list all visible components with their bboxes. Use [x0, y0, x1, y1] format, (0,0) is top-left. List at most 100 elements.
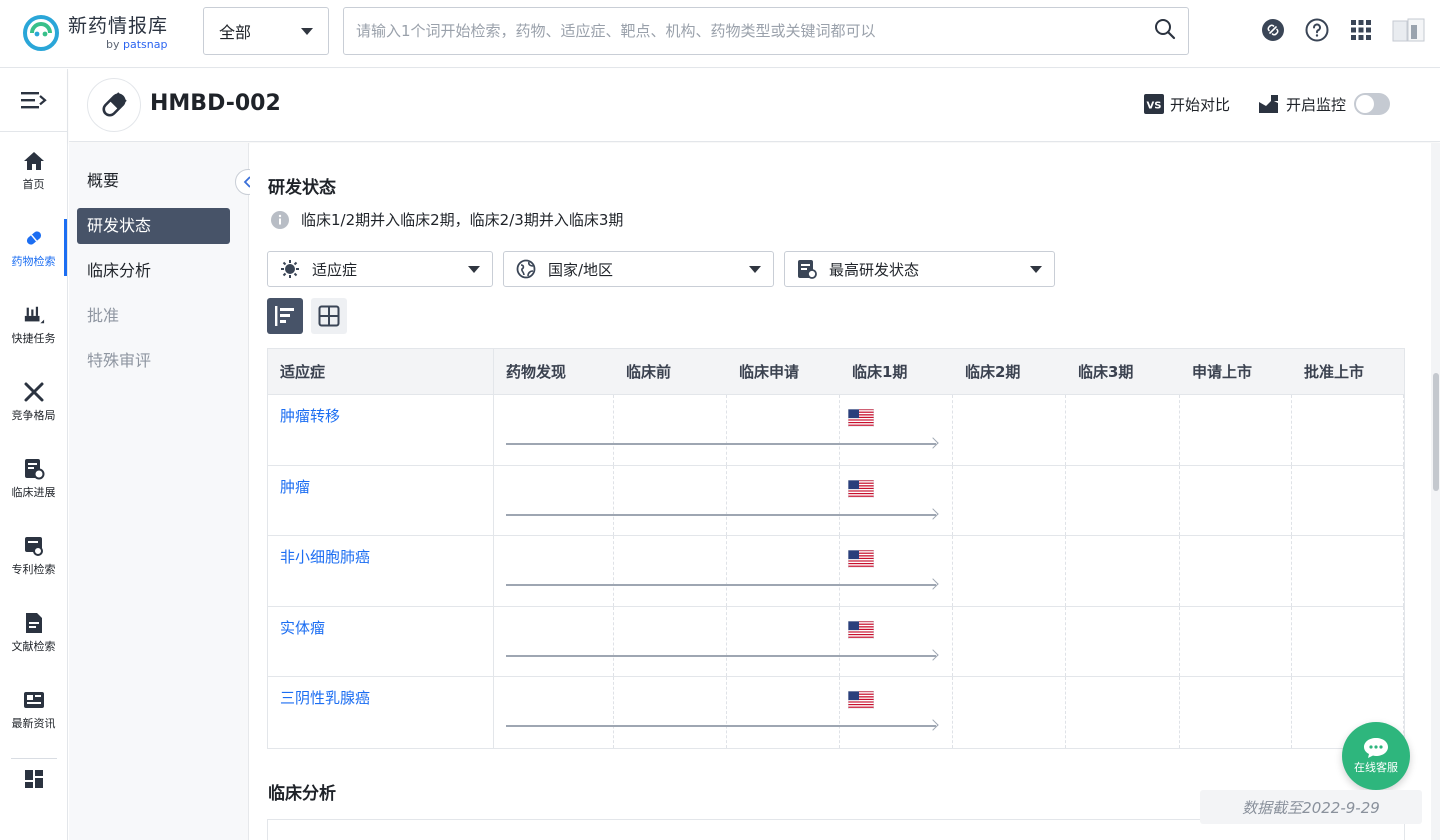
dashboard-icon[interactable]	[0, 769, 67, 809]
column-header: 临床2期	[965, 363, 1021, 381]
grid-view-button[interactable]	[311, 298, 347, 334]
indication-filter[interactable]: 适应症	[267, 251, 493, 287]
compare-button[interactable]: VS 开始对比	[1143, 94, 1230, 115]
scrollbar[interactable]	[1431, 143, 1440, 840]
table-row: 实体瘤	[268, 606, 1404, 678]
nav-item-clinical[interactable]: 临床进展	[0, 440, 67, 517]
apps-grid-icon[interactable]	[1348, 17, 1374, 43]
help-icon[interactable]	[1304, 17, 1330, 43]
table-row: 肿瘤转移	[268, 395, 1404, 466]
nav-item-literature[interactable]: 文献检索	[0, 594, 67, 671]
view-toggle	[267, 298, 347, 334]
table-body: 肿瘤转移 肿瘤 非小细胞肺癌 实体瘤 三阴性乳腺癌	[268, 395, 1404, 748]
country-filter[interactable]: 国家/地区	[503, 251, 774, 287]
indication-link[interactable]: 非小细胞肺癌	[268, 536, 494, 606]
section-nav-special-review: 特殊审评	[87, 351, 152, 370]
phase-cell	[1292, 395, 1404, 465]
user-avatar-icon[interactable]	[1392, 17, 1426, 43]
phase-cell	[1066, 677, 1180, 748]
chevron-down-icon	[1030, 265, 1042, 273]
phase-cell	[1292, 606, 1404, 677]
search-icon[interactable]	[1154, 18, 1176, 44]
online-support-button[interactable]: 在线客服	[1342, 722, 1410, 790]
nav-item-patent[interactable]: 专利检索	[0, 517, 67, 594]
home-icon	[23, 150, 45, 172]
phase-cell	[1180, 606, 1292, 677]
indication-filter-label: 适应症	[312, 260, 358, 279]
us-flag-icon[interactable]	[848, 479, 874, 498]
phase-cell	[727, 465, 840, 536]
section-nav: 概要 研发状态 临床分析 批准 特殊审评	[69, 143, 261, 840]
highest-status-filter-label: 最高研发状态	[829, 260, 920, 279]
nav-label: 专利检索	[11, 562, 56, 576]
drug-header: HMBD-002 VS 开始对比 开启监控	[69, 69, 1440, 142]
column-header: 临床1期	[852, 363, 908, 381]
phase-cell	[614, 465, 727, 536]
column-header: 批准上市	[1304, 363, 1365, 381]
link-icon[interactable]	[1260, 17, 1286, 43]
app-byline: by patsnap	[106, 37, 168, 51]
indication-link[interactable]: 肿瘤转移	[268, 395, 494, 465]
search-scope-value: 全部	[219, 23, 252, 42]
search-scope-select[interactable]: 全部	[203, 7, 329, 55]
phase-cell	[1066, 606, 1180, 677]
filter-bar: 适应症 国家/地区 最高研发状态	[267, 251, 1055, 287]
phase-cell	[494, 395, 614, 465]
scrollbar-thumb[interactable]	[1433, 373, 1439, 491]
phase-cell	[614, 677, 727, 748]
main-content: 研发状态 临床1/2期并入临床2期，临床2/3期并入临床3期 适应症 国家/地区…	[250, 143, 1431, 840]
phase-cell	[494, 606, 614, 677]
news-icon	[23, 689, 45, 711]
chevron-down-icon	[468, 265, 480, 273]
search-input[interactable]	[356, 22, 1154, 40]
table-row: 非小细胞肺癌	[268, 536, 1404, 607]
menu-toggle-icon[interactable]	[0, 69, 67, 132]
logo[interactable]: 新药情报库 by patsnap	[22, 14, 168, 52]
indication-link[interactable]: 实体瘤	[268, 606, 494, 677]
phase-note: 临床1/2期并入临床2期，临床2/3期并入临床3期	[271, 209, 623, 230]
indication-link[interactable]: 三阴性乳腺癌	[268, 677, 494, 748]
nav-item-competition[interactable]: 竞争格局	[0, 363, 67, 440]
monitor-toggle[interactable]	[1354, 93, 1390, 115]
swords-icon	[23, 381, 45, 403]
monitor-control: 开启监控	[1258, 93, 1390, 115]
highest-status-filter[interactable]: 最高研发状态	[784, 251, 1055, 287]
phase-cell	[1180, 536, 1292, 606]
monitor-label: 开启监控	[1285, 95, 1346, 114]
nav-label: 快捷任务	[11, 331, 56, 345]
section-nav-overview[interactable]: 概要	[77, 163, 230, 199]
us-flag-icon[interactable]	[848, 550, 874, 569]
us-flag-icon[interactable]	[848, 691, 874, 710]
task-icon	[23, 304, 45, 326]
section-nav-clinical-analysis[interactable]: 临床分析	[77, 253, 230, 289]
phase-cell	[727, 536, 840, 606]
phase-cell	[1066, 536, 1180, 606]
online-support-label: 在线客服	[1354, 761, 1398, 774]
column-header: 临床3期	[1078, 363, 1134, 381]
nav-item-news[interactable]: 最新资讯	[0, 671, 67, 748]
nav-item-drug-search[interactable]: 药物检索	[0, 209, 67, 286]
clinical-icon	[23, 458, 45, 480]
timeline-view-button[interactable]	[267, 298, 303, 334]
phase-progress-arrow	[506, 654, 936, 657]
column-header: 药物发现	[506, 363, 567, 381]
us-flag-icon[interactable]	[848, 409, 874, 427]
phase-note-text: 临床1/2期并入临床2期，临床2/3期并入临床3期	[301, 211, 624, 229]
data-cutoff-note: 数据截至2022-9-29	[1200, 790, 1422, 824]
phase-cell	[1180, 677, 1292, 748]
us-flag-icon[interactable]	[848, 620, 874, 639]
nav-label: 首页	[22, 177, 45, 191]
chat-bubble-icon	[1364, 738, 1388, 758]
chevron-down-icon	[749, 265, 761, 273]
clinical-analysis-title: 临床分析	[268, 784, 336, 804]
section-nav-rd-status[interactable]: 研发状态	[77, 208, 230, 244]
nav-label: 药物检索	[11, 254, 56, 268]
phase-cell	[1066, 465, 1180, 536]
chevron-down-icon	[301, 27, 313, 35]
nav-item-quick-task[interactable]: 快捷任务	[0, 286, 67, 363]
nav-item-home[interactable]: 首页	[0, 132, 67, 209]
indication-link[interactable]: 肿瘤	[268, 465, 494, 536]
versus-icon: VS	[1143, 94, 1164, 114]
patsnap-logo-icon	[23, 15, 59, 51]
phase-cell	[953, 395, 1066, 465]
